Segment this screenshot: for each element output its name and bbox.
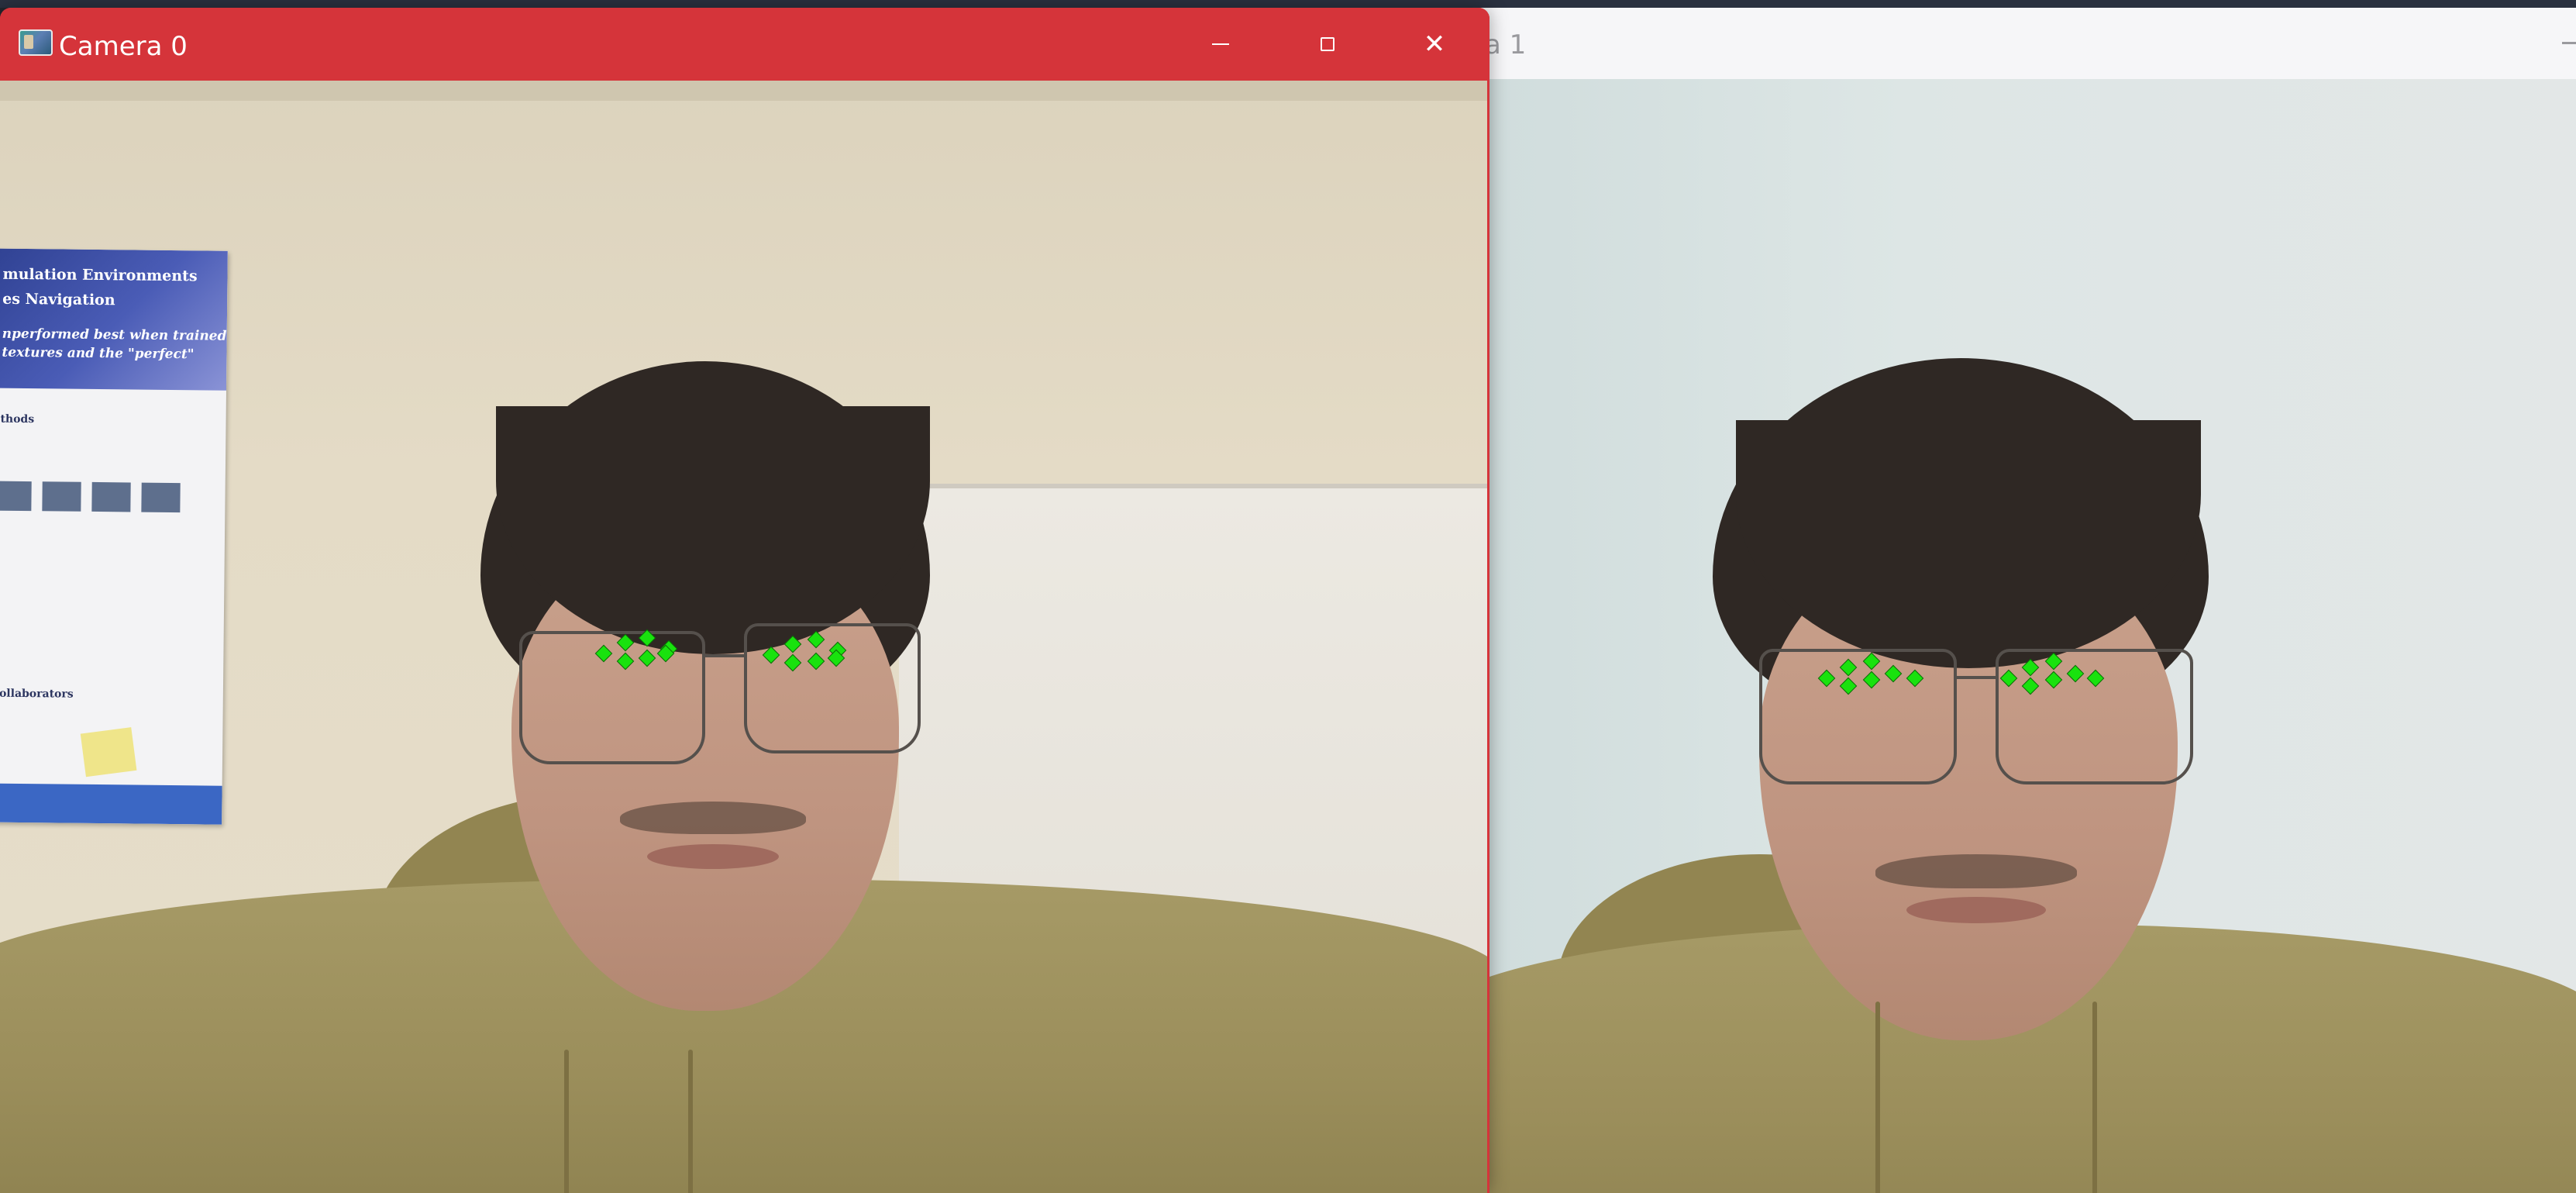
app-icon (19, 29, 53, 56)
camera-1-window[interactable]: a 1 (1457, 8, 2576, 1193)
mouth (647, 844, 779, 869)
glasses-bridge (705, 654, 744, 657)
glasses-left-lens (1759, 649, 1957, 784)
hoodie-drawstring (2092, 1002, 2097, 1193)
background-window-strip (0, 0, 2576, 8)
hoodie-drawstring (564, 1050, 569, 1193)
maximize-icon (1321, 37, 1334, 51)
camera-0-titlebar[interactable]: Camera 0 ✕ (0, 8, 1489, 81)
close-button[interactable]: ✕ (1381, 8, 1488, 81)
camera-1-titlebar[interactable]: a 1 (1457, 8, 2576, 80)
person-camera-0 (0, 81, 1487, 1193)
glasses-left-lens (519, 631, 705, 764)
mouth (1906, 897, 2046, 923)
glasses-right-lens (744, 623, 921, 753)
camera-0-video-feed: mulation Environments es Navigation nper… (0, 81, 1489, 1193)
maximize-button[interactable] (1274, 8, 1381, 81)
camera-1-video-feed (1457, 79, 2576, 1193)
hoodie-drawstring (688, 1050, 693, 1193)
close-icon: ✕ (1423, 29, 1446, 60)
camera-1-title: a 1 (1485, 29, 1527, 60)
minimize-button[interactable] (1167, 8, 1274, 81)
moustache (1875, 854, 2077, 888)
glasses-bridge (1957, 676, 1996, 679)
moustache (620, 802, 806, 834)
camera-1-minimize-icon[interactable] (2562, 42, 2576, 44)
camera-0-title: Camera 0 (59, 31, 188, 62)
camera-0-window[interactable]: Camera 0 ✕ mulation Environments es Navi… (0, 8, 1489, 1193)
minimize-icon (1212, 43, 1229, 45)
person-camera-1 (1457, 79, 2576, 1193)
hoodie-drawstring (1875, 1002, 1880, 1193)
